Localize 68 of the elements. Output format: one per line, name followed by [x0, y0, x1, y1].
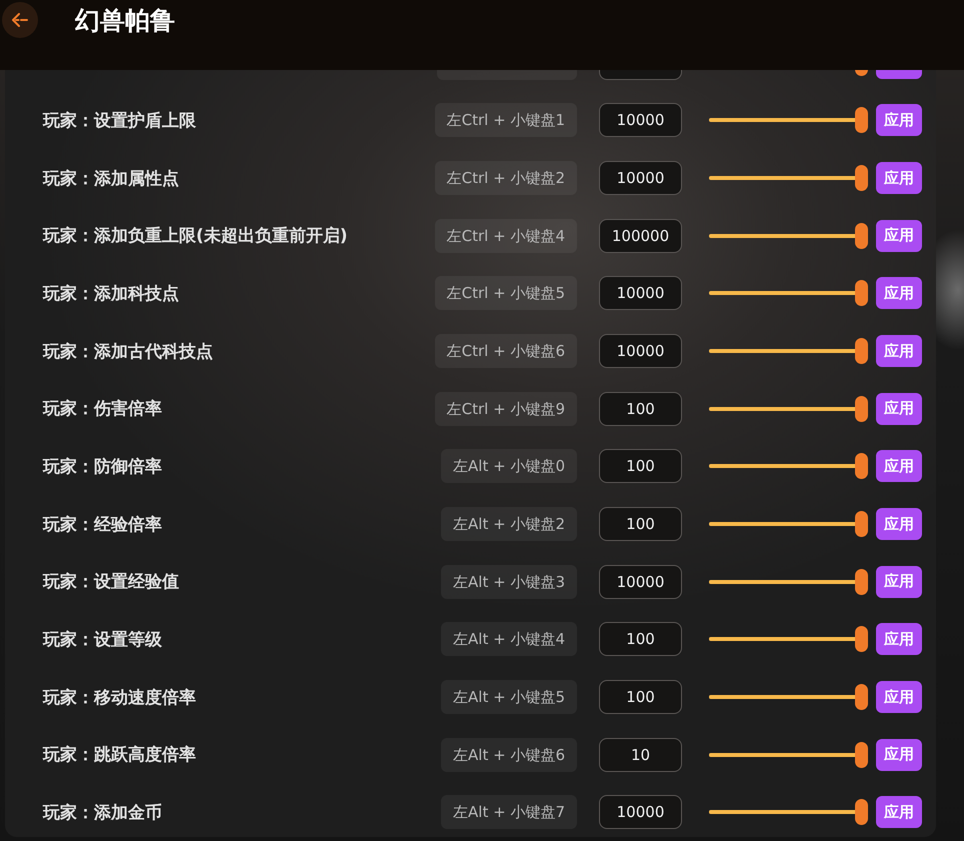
- slider-thumb[interactable]: [855, 568, 868, 595]
- option-label: 玩家：设置经验值: [43, 571, 179, 594]
- input-field[interactable]: 10000: [599, 276, 682, 310]
- input-field[interactable]: 100: [599, 449, 682, 484]
- back-button[interactable]: [2, 2, 38, 38]
- page-title: 幻兽帕鲁: [75, 5, 175, 37]
- input-field[interactable]: 10000: [599, 564, 682, 599]
- shortcut-chip: 左Alt + 小键盘6: [441, 738, 577, 772]
- slider-thumb[interactable]: [855, 222, 868, 249]
- input-field[interactable]: 100: [599, 680, 682, 714]
- slider-thumb[interactable]: [855, 626, 868, 652]
- option-label: 玩家：添加负重上限(未超出负重前开启): [43, 225, 348, 248]
- slider-thumb[interactable]: [855, 799, 868, 826]
- apply-button[interactable]: 应用: [876, 796, 922, 828]
- apply-button[interactable]: 应用: [876, 508, 922, 540]
- input-field[interactable]: 10000: [599, 334, 682, 368]
- shortcut-chip: 左Alt + 小键盘3: [441, 564, 577, 599]
- apply-button[interactable]: 应用: [876, 392, 922, 425]
- shortcut-chip: 左Ctrl + 小键盘9: [434, 392, 577, 426]
- apply-button[interactable]: 应用: [876, 277, 922, 310]
- apply-button[interactable]: 应用: [876, 450, 922, 482]
- shortcut-chip: 左Alt + 小键盘5: [441, 680, 577, 714]
- shortcut-chip: 左Alt + 小键盘7: [441, 795, 577, 830]
- input-field[interactable]: 10: [599, 738, 682, 772]
- slider-thumb[interactable]: [855, 165, 868, 192]
- apply-button[interactable]: 应用: [876, 104, 922, 136]
- option-label: 玩家：移动速度倍率: [43, 686, 196, 709]
- slider-thumb[interactable]: [855, 684, 868, 710]
- option-label: 玩家：添加金币: [43, 802, 162, 824]
- input-field[interactable]: 10000: [599, 795, 682, 830]
- option-label: 玩家：跳跃高度倍率: [43, 744, 196, 766]
- slider-thumb[interactable]: [855, 453, 868, 480]
- apply-button[interactable]: 应用: [876, 681, 922, 714]
- option-label: 玩家：添加科技点: [43, 282, 179, 305]
- slider-thumb[interactable]: [855, 742, 868, 768]
- option-label: 玩家：伤害倍率: [43, 398, 162, 420]
- shortcut-chip: 左Ctrl + 小键盘1: [434, 103, 577, 138]
- option-label: 玩家：防御倍率: [43, 456, 162, 478]
- shortcut-chip: 左Ctrl + 小键盘6: [434, 334, 577, 368]
- option-label: 玩家：设置护盾上限: [43, 110, 196, 132]
- apply-button[interactable]: 应用: [876, 566, 922, 598]
- input-field[interactable]: 100000: [599, 218, 682, 253]
- shortcut-chip: 左Ctrl + 小键盘2: [434, 161, 577, 196]
- apply-button[interactable]: 应用: [876, 335, 922, 368]
- input-field[interactable]: 100: [599, 392, 682, 426]
- slider-thumb[interactable]: [855, 396, 868, 422]
- shortcut-chip: 左Ctrl + 小键盘5: [434, 276, 577, 310]
- back-arrow-icon: [12, 13, 28, 27]
- apply-button[interactable]: 应用: [876, 738, 922, 771]
- slider-thumb[interactable]: [855, 338, 868, 364]
- shortcut-chip: 左Alt + 小键盘4: [441, 622, 577, 656]
- input-field[interactable]: 100: [599, 507, 682, 542]
- option-label: 玩家：经验倍率: [43, 514, 162, 536]
- slider-thumb[interactable]: [855, 511, 868, 538]
- apply-button[interactable]: 应用: [876, 162, 922, 194]
- option-label: 玩家：添加古代科技点: [43, 340, 213, 363]
- slider-thumb[interactable]: [855, 107, 868, 134]
- option-label: 玩家：设置等级: [43, 628, 162, 651]
- slider-thumb[interactable]: [855, 280, 868, 306]
- option-label: 玩家：添加属性点: [43, 168, 179, 190]
- input-field[interactable]: 10000: [599, 103, 682, 138]
- apply-button[interactable]: 应用: [876, 623, 922, 656]
- input-field[interactable]: 100: [599, 622, 682, 656]
- shortcut-chip: 左Alt + 小键盘0: [441, 449, 577, 484]
- shortcut-chip: 左Ctrl + 小键盘4: [434, 218, 577, 253]
- shortcut-chip: 左Alt + 小键盘2: [441, 507, 577, 542]
- input-field[interactable]: 10000: [599, 161, 682, 196]
- apply-button[interactable]: 应用: [876, 220, 922, 252]
